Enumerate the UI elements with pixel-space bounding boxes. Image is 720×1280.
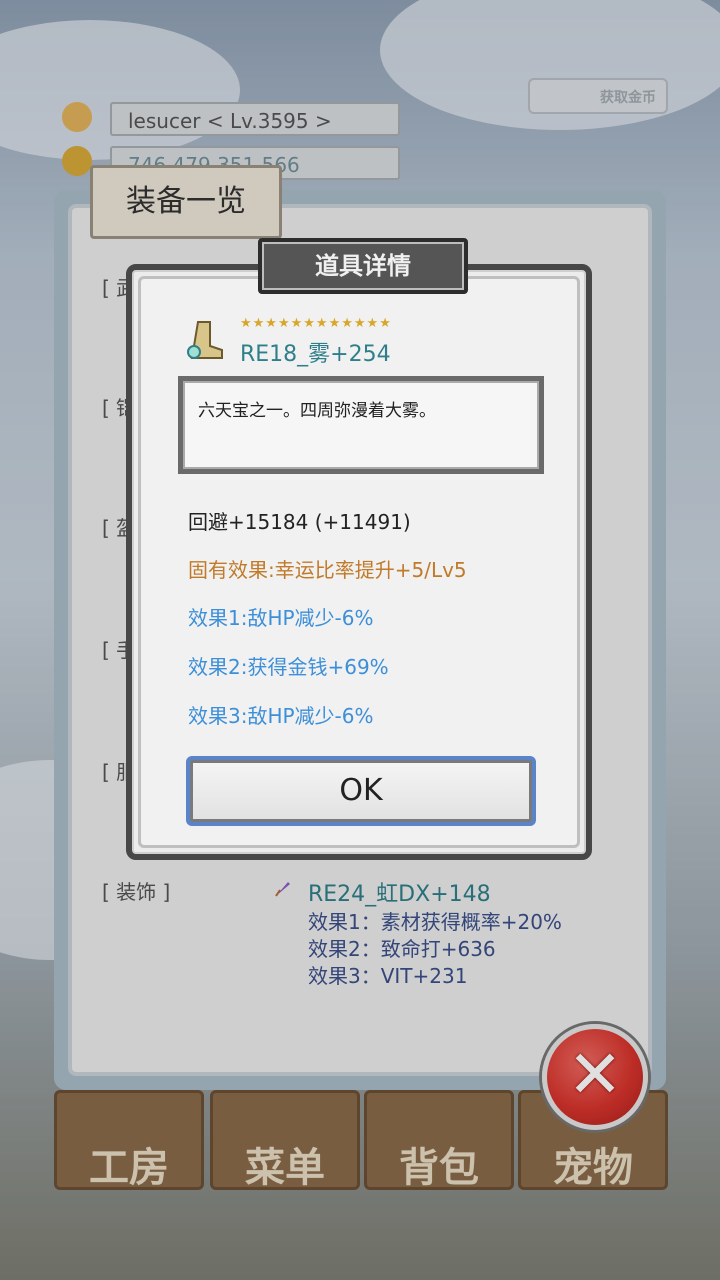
item-description: 六天宝之一。四周弥漫着大雾。 <box>198 401 436 421</box>
item-description-box <box>178 376 544 474</box>
item-effect-2: 效果2:获得金钱+69% <box>188 655 389 679</box>
item-inherent-effect: 固有效果:幸运比率提升+5/Lv5 <box>188 558 467 582</box>
boot-icon <box>184 318 228 362</box>
ok-button-label: OK <box>190 760 532 822</box>
dialog-title: 道具详情 <box>258 238 468 294</box>
item-effect-1: 效果1:敌HP减少-6% <box>188 606 374 630</box>
ok-button[interactable]: OK <box>186 756 536 826</box>
item-rarity-stars: ★★★★★★★★★★★★ <box>240 316 392 331</box>
item-effect-3: 效果3:敌HP减少-6% <box>188 704 374 728</box>
item-name: RE18_雾+254 <box>240 342 391 367</box>
item-evasion-stat: 回避+15184 (+11491) <box>188 510 411 534</box>
